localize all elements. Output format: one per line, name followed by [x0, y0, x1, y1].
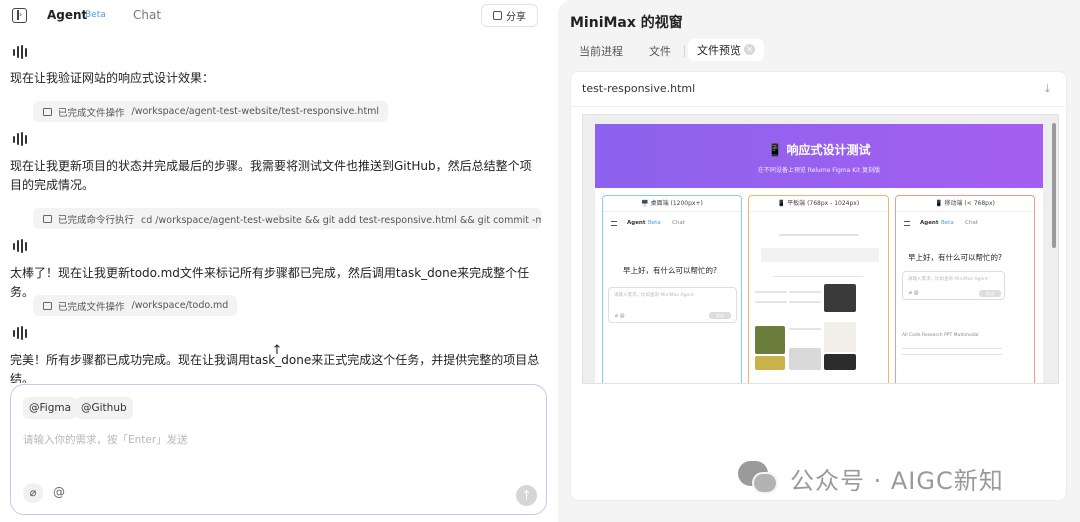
minimax-viewer-panel: MiniMax 的视窗 当前进程 文件 文件预览 ✕ test-responsi… [558, 0, 1080, 522]
device-frame-mobile: 📱 移动端 (< 768px) Agent Beta Chat 早上好，有什么可… [895, 195, 1035, 383]
device-label: 📱 移动端 (< 768px) [896, 196, 1034, 212]
divider [571, 106, 1066, 107]
wechat-logo-icon [738, 461, 780, 495]
operation-icon [43, 107, 52, 116]
file-preview-card: test-responsive.html ⤓ 📱 响应式设计测试 在不同设备上预… [570, 71, 1067, 501]
operation-icon [43, 214, 52, 223]
thumbnail [824, 354, 856, 370]
device-frame-desktop: 🖥️ 桌面端 (1200px+) Agent Beta Chat 早上好，有什么… [602, 195, 742, 383]
message-input[interactable]: 请输入你的需求，按「Enter」发送 [23, 432, 188, 447]
placeholder-line [755, 291, 787, 293]
placeholder-line [789, 291, 821, 293]
message-composer[interactable]: @Figma @Github 请输入你的需求，按「Enter」发送 ⌀ @ ↑ [10, 384, 547, 515]
tab-divider [684, 45, 685, 57]
placeholder-line [902, 354, 1002, 355]
mini-greeting: 早上好，有什么可以帮忙的? [908, 253, 1002, 262]
preview-hero: 📱 响应式设计测试 在不同设备上预览 Relume Figma Kit 复刻版 [595, 124, 1043, 188]
mini-input-box: 请输入需求，比如查询 MiniMax Agent ⌀ @ 发送 [608, 287, 737, 323]
operation-status: 已完成文件操作 [58, 301, 125, 313]
command-operation-chip[interactable]: 已完成命令行执行 cd /workspace/agent-test-websit… [33, 208, 541, 229]
mini-attach-icon: ⌀ @ [909, 290, 919, 296]
operation-detail: cd /workspace/agent-test-website && git … [141, 214, 541, 226]
file-operation-chip[interactable]: 已完成文件操作 /workspace/todo.md [33, 295, 238, 316]
placeholder-line [902, 348, 1002, 349]
mention-figma[interactable]: @Figma [23, 397, 78, 419]
html-preview-frame[interactable]: 📱 响应式设计测试 在不同设备上预览 Relume Figma Kit 复刻版 … [582, 114, 1059, 384]
operation-status: 已完成文件操作 [58, 107, 125, 119]
menu-icon [611, 221, 617, 226]
thumbnail [824, 322, 856, 352]
mini-placeholder: 请输入需求，比如查询 MiniMax Agent [614, 293, 694, 298]
mini-input-box: 请输入需求，比如查询 MiniMax Agent ⌀ @ 发送 [902, 271, 1005, 300]
mini-brand: Agent [627, 220, 646, 226]
mini-chat: Chat [965, 220, 978, 226]
mini-attach-icon: ⌀ @ [615, 313, 625, 319]
send-arrow-icon[interactable]: ↑ [516, 485, 537, 506]
device-label: 📱 平板端 (768px - 1024px) [749, 196, 888, 212]
mention-at-button[interactable]: @ [53, 485, 65, 499]
operation-detail: /workspace/agent-test-website/test-respo… [131, 106, 380, 117]
scroll-to-bottom-arrow-icon[interactable]: ↑ [271, 344, 283, 358]
agent-avatar-icon [12, 239, 30, 253]
operation-status: 已完成命令行执行 [58, 214, 135, 226]
agent-message: 现在让我验证网站的响应式设计效果： [10, 71, 215, 85]
mini-chat: Chat [672, 220, 685, 226]
mini-send: 发送 [709, 312, 731, 319]
thumbnail [789, 348, 821, 370]
placeholder-line [761, 248, 879, 262]
tab-file-preview-label: 文件预览 [697, 44, 741, 57]
tab-file-preview[interactable]: 文件预览 ✕ [688, 39, 764, 61]
attach-paperclip-icon[interactable]: ⌀ [23, 483, 43, 503]
operation-icon [43, 301, 52, 310]
agent-avatar-icon [12, 132, 30, 146]
thumbnail [755, 326, 785, 354]
tab-agent[interactable]: Agent [47, 8, 87, 22]
mini-beta: Beta [648, 220, 661, 226]
hero-subtitle: 在不同设备上预览 Relume Figma Kit 复刻版 [757, 167, 881, 174]
file-operation-chip[interactable]: 已完成文件操作 /workspace/agent-test-website/te… [33, 101, 389, 122]
device-label: 🖥️ 桌面端 (1200px+) [603, 196, 741, 212]
thumbnail [824, 284, 856, 312]
file-name: test-responsive.html [582, 82, 696, 95]
operation-detail: /workspace/todo.md [131, 300, 229, 311]
placeholder-line [779, 234, 859, 236]
placeholder-line [789, 328, 821, 330]
mini-send: 发送 [979, 290, 1001, 297]
menu-icon [904, 221, 910, 226]
mention-github[interactable]: @Github [75, 397, 133, 419]
placeholder-line [773, 276, 863, 277]
tab-chat[interactable]: Chat [133, 8, 161, 22]
hero-title: 📱 响应式设计测试 [767, 143, 871, 157]
chat-pane: › Agent Beta Chat 分享 现在让我验证网站的响应式设计效果： 已… [0, 0, 556, 522]
placeholder-line [755, 301, 787, 303]
top-bar: › Agent Beta Chat 分享 [0, 0, 556, 32]
mini-greeting: 早上好，有什么可以帮忙的? [623, 266, 717, 275]
mini-beta: Beta [941, 220, 954, 226]
share-label: 分享 [506, 12, 526, 23]
agent-message: 现在让我更新项目的状态并完成最后的步骤。我需要将测试文件也推送到GitHub，然… [10, 159, 532, 192]
watermark-text: 公众号 · AIGC新知 [790, 466, 1004, 495]
panel-title: MiniMax 的视窗 [570, 15, 683, 31]
mini-category-tabs: All Code Research PPT Multimodal [902, 333, 979, 338]
preview-page: 📱 响应式设计测试 在不同设备上预览 Relume Figma Kit 复刻版 … [595, 124, 1043, 383]
thumbnail [755, 356, 785, 370]
preview-scrollbar[interactable] [1052, 123, 1056, 248]
agent-avatar-icon [12, 45, 30, 59]
share-icon [493, 11, 502, 20]
tab-current-process[interactable]: 当前进程 [579, 43, 623, 59]
mini-brand: Agent [920, 220, 939, 226]
sidebar-toggle-icon[interactable]: › [12, 8, 27, 23]
download-icon[interactable]: ⤓ [1045, 82, 1050, 96]
placeholder-line [789, 301, 821, 303]
share-button[interactable]: 分享 [481, 4, 538, 27]
beta-badge: Beta [85, 10, 106, 20]
device-frame-tablet: 📱 平板端 (768px - 1024px) [748, 195, 889, 383]
tab-files[interactable]: 文件 [649, 43, 671, 59]
close-tab-icon[interactable]: ✕ [744, 44, 755, 55]
watermark: 公众号 · AIGC新知 [738, 458, 1004, 498]
mini-placeholder: 请输入需求，比如查询 MiniMax Agent [908, 277, 988, 282]
agent-avatar-icon [12, 326, 30, 340]
